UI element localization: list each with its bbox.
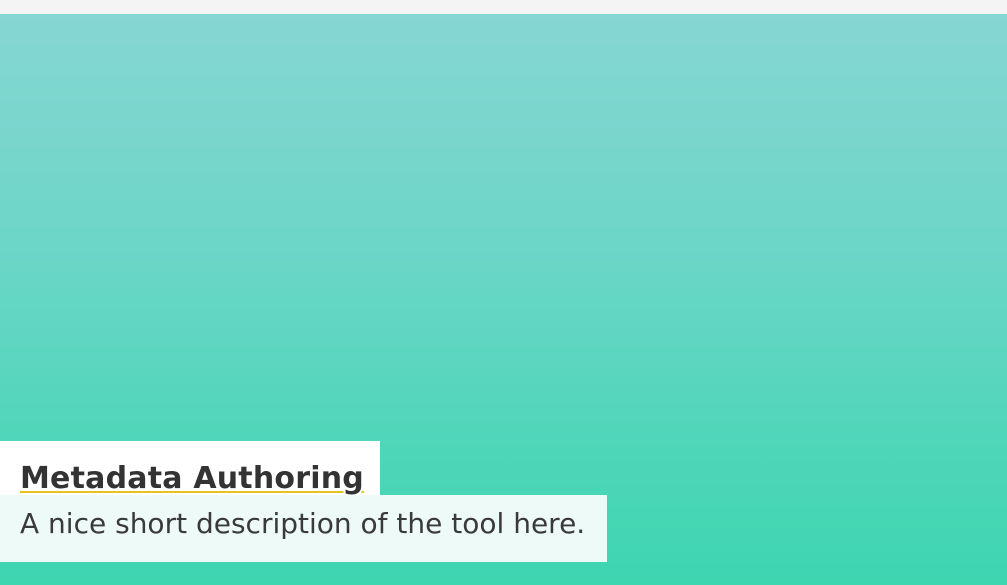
page: Metadata Authoring A nice short descript… xyxy=(0,0,1007,585)
tool-title-box: Metadata Authoring xyxy=(0,441,380,496)
tool-title-link[interactable]: Metadata Authoring xyxy=(20,461,364,497)
tool-description-box: A nice short description of the tool her… xyxy=(0,495,608,562)
tool-description: A nice short description of the tool her… xyxy=(20,507,586,540)
